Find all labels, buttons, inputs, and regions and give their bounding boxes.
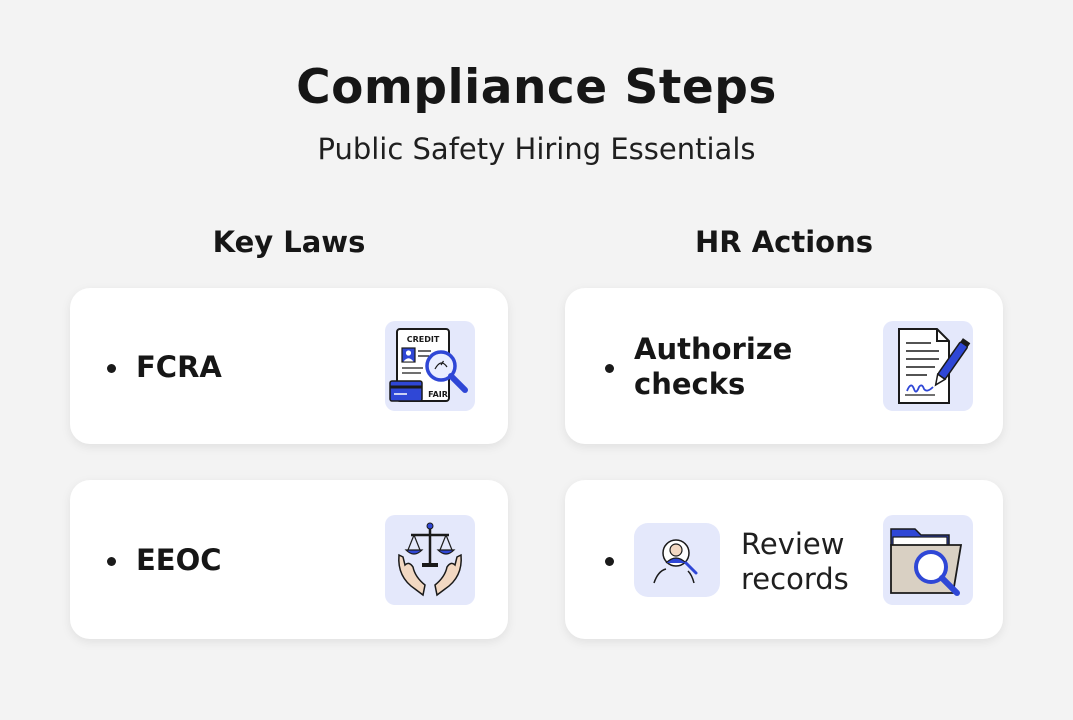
eeoc-card: EEOC bbox=[70, 480, 508, 639]
credit-report-magnifier-icon: CREDIT FAIR bbox=[385, 321, 475, 411]
page-title: Compliance Steps bbox=[296, 60, 777, 115]
review-records-card: Review records bbox=[565, 480, 1003, 639]
scales-of-justice-hands-icon bbox=[385, 515, 475, 605]
page-subtitle: Public Safety Hiring Essentials bbox=[317, 132, 756, 166]
person-search-icon bbox=[634, 523, 720, 597]
bullet bbox=[605, 557, 614, 566]
authorize-checks-card: Authorize checks bbox=[565, 288, 1003, 444]
fcra-label: FCRA bbox=[136, 350, 222, 384]
compliance-steps-page: Compliance Steps Public Safety Hiring Es… bbox=[0, 0, 1073, 720]
review-label-line1: Review bbox=[741, 527, 845, 561]
eeoc-label: EEOC bbox=[136, 543, 222, 577]
signed-document-pen-icon bbox=[883, 321, 973, 411]
review-label-line2: records bbox=[741, 562, 849, 596]
folder-magnifier-icon bbox=[883, 515, 973, 605]
credit-text: CREDIT bbox=[407, 335, 440, 344]
fcra-card: FCRA CREDIT FAIR bbox=[70, 288, 508, 444]
hr-actions-heading: HR Actions bbox=[695, 225, 873, 259]
authorize-label-line2: checks bbox=[634, 367, 746, 401]
bullet bbox=[605, 364, 614, 373]
fair-text: FAIR bbox=[428, 390, 448, 399]
bullet bbox=[107, 557, 116, 566]
key-laws-heading: Key Laws bbox=[212, 225, 366, 259]
authorize-label-line1: Authorize bbox=[634, 332, 793, 366]
bullet bbox=[107, 364, 116, 373]
